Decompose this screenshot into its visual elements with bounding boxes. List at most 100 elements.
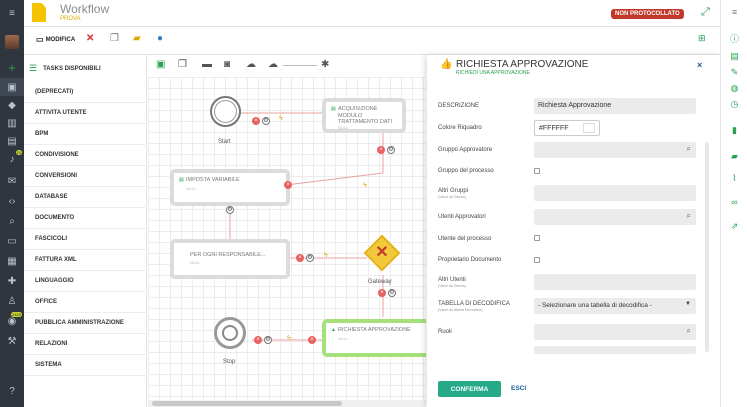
utenti-approvatori-label: Utenti Approvatori bbox=[438, 214, 486, 220]
chat-icon[interactable]: ◉ 2420 bbox=[0, 312, 24, 330]
search-icon[interactable]: ⌕ bbox=[687, 144, 691, 154]
briefcase-icon[interactable]: ▤ bbox=[0, 132, 24, 150]
delete-connection-icon[interactable]: × bbox=[378, 289, 386, 297]
chevron-down-icon: ▼ bbox=[685, 301, 691, 307]
delete-icon[interactable]: ✕ bbox=[86, 33, 94, 44]
altri-gruppi-field[interactable] bbox=[534, 185, 696, 201]
task-category[interactable]: FASCICOLI bbox=[24, 229, 147, 250]
external-link-icon[interactable]: ⇗ bbox=[721, 218, 747, 234]
task-category[interactable]: RELAZIONI bbox=[24, 334, 147, 355]
gear-icon[interactable]: ⚙ bbox=[226, 206, 234, 214]
puzzle-icon[interactable]: ✚ bbox=[0, 272, 24, 290]
task-category[interactable]: PUBBLICA AMMINISTRAZIONE bbox=[24, 313, 147, 334]
gear-icon[interactable]: ⚙ bbox=[264, 336, 272, 344]
building-icon[interactable]: ▥ bbox=[0, 114, 24, 132]
search-icon[interactable]: ⌕ bbox=[687, 211, 691, 221]
task-richiesta-approvazione[interactable]: ▲ RICHIESTA APPROVAZIONE NULL bbox=[322, 319, 426, 357]
folder-icon[interactable]: ▭ bbox=[0, 232, 24, 250]
task-category[interactable]: (DEPRECATI) bbox=[24, 82, 147, 103]
lock-icon[interactable]: ▮ bbox=[721, 122, 747, 138]
lightning-icon: ϟ bbox=[279, 115, 283, 122]
link-icon[interactable]: ∞ bbox=[721, 194, 747, 210]
plus-icon[interactable]: + bbox=[0, 58, 24, 76]
move-folder-icon[interactable]: ▰ bbox=[133, 33, 141, 44]
scrollbar-thumb[interactable] bbox=[152, 401, 342, 406]
delete-connection-icon[interactable]: × bbox=[377, 146, 385, 154]
bell-icon[interactable]: ♪ 20 bbox=[0, 150, 24, 168]
tag-icon[interactable]: ◆ bbox=[0, 96, 24, 114]
task-category[interactable]: LINGUAGGIO bbox=[24, 271, 147, 292]
task-category[interactable]: ATTIVITA UTENTE bbox=[24, 103, 147, 124]
utente-processo-checkbox[interactable] bbox=[534, 235, 540, 241]
help-icon[interactable]: ? bbox=[0, 382, 24, 400]
clock-icon[interactable]: ◷ bbox=[721, 96, 747, 112]
wrench-icon[interactable]: ⚒ bbox=[0, 332, 24, 350]
task-subtitle: NULL bbox=[190, 260, 201, 265]
expand-icon[interactable]: ⤢ bbox=[701, 6, 710, 19]
avatar[interactable] bbox=[5, 35, 19, 49]
search-icon[interactable]: ⌕ bbox=[687, 326, 691, 336]
attachment-icon[interactable]: ⌇ bbox=[721, 170, 747, 186]
image-icon[interactable]: ▣ bbox=[0, 78, 24, 96]
comment-icon[interactable]: ◍ bbox=[721, 80, 747, 96]
delete-connection-icon[interactable]: × bbox=[252, 117, 260, 125]
proprietario-label: Proprietario Documento bbox=[438, 257, 502, 263]
task-category[interactable]: FATTURA XML bbox=[24, 250, 147, 271]
code-icon[interactable]: ‹› bbox=[0, 192, 24, 210]
gear-icon[interactable]: ⚙ bbox=[262, 117, 270, 125]
workflow-canvas[interactable]: ▣ ❐ ▬ ◙ ☁ ☁ ✱ Start × ⚙ ϟ ▤ ACQUISIZIONE… bbox=[148, 55, 426, 407]
menu-icon[interactable]: ≡ bbox=[0, 4, 24, 22]
tasks-panel: ☰ TASKS DISPONIBILI (DEPRECATI) ATTIVITA… bbox=[24, 55, 147, 407]
task-category[interactable]: BPM bbox=[24, 124, 147, 145]
globe-icon[interactable]: ● bbox=[157, 33, 163, 44]
utenti-approvatori-field[interactable]: ⌕ bbox=[534, 209, 696, 225]
start-event[interactable] bbox=[210, 96, 241, 127]
grid-icon[interactable]: ▦ bbox=[0, 252, 24, 270]
horizontal-scrollbar[interactable] bbox=[148, 400, 426, 407]
delete-connection-icon[interactable]: × bbox=[284, 181, 292, 189]
task-per-ogni-responsabile[interactable]: PER OGNI RESPONSABILE... NULL bbox=[170, 239, 290, 279]
task-category[interactable]: CONVERSIONI bbox=[24, 166, 147, 187]
task-category[interactable]: DATABASE bbox=[24, 187, 147, 208]
tabella-select[interactable]: - Selezionare una tabella di decodifica … bbox=[534, 298, 696, 314]
delete-connection-icon[interactable]: × bbox=[296, 254, 304, 262]
menu-icon[interactable]: ≡ bbox=[721, 4, 747, 20]
altri-utenti-field[interactable] bbox=[534, 274, 696, 290]
document-icon[interactable]: ▤ bbox=[721, 48, 747, 64]
gruppo-processo-label: Gruppo del processo bbox=[438, 168, 494, 174]
delete-connection-icon[interactable]: × bbox=[254, 336, 262, 344]
search-icon[interactable]: ⌕ bbox=[0, 212, 24, 230]
task-category[interactable]: SISTEMA bbox=[24, 355, 147, 376]
confirm-button[interactable]: CONFERMA bbox=[438, 381, 501, 397]
task-imposta-variabile[interactable]: ▤ IMPOSTA VARIABILE NULL bbox=[170, 169, 290, 206]
ruoli-field[interactable]: ⌕ bbox=[534, 324, 696, 340]
descrizione-field[interactable]: Richiesta Approvazione bbox=[534, 98, 696, 114]
edit-icon[interactable]: ✎ bbox=[721, 64, 747, 80]
info-icon[interactable]: ⓘ bbox=[721, 30, 747, 46]
gear-icon[interactable]: ⚙ bbox=[306, 254, 314, 262]
delete-connection-icon[interactable]: × bbox=[308, 336, 316, 344]
hierarchy-icon[interactable]: ♙ bbox=[0, 292, 24, 310]
close-icon[interactable]: × bbox=[697, 60, 702, 70]
user-avatar-slot[interactable] bbox=[0, 33, 24, 51]
proprietario-checkbox[interactable] bbox=[534, 257, 540, 263]
stop-event[interactable] bbox=[214, 317, 246, 349]
task-category[interactable]: OFFICE bbox=[24, 292, 147, 313]
copy-icon[interactable]: ❐ bbox=[110, 33, 119, 44]
gruppo-approvatore-field[interactable]: ⌕ bbox=[534, 142, 696, 158]
mail-icon[interactable]: ✉ bbox=[0, 172, 24, 190]
task-category[interactable]: DOCUMENTO bbox=[24, 208, 147, 229]
task-category[interactable]: CONDIVISIONE bbox=[24, 145, 147, 166]
exit-button[interactable]: ESCI bbox=[511, 385, 526, 392]
gruppo-processo-checkbox[interactable] bbox=[534, 168, 540, 174]
task-acquisizione-modulo[interactable]: ▤ ACQUISIZIONE MODULO TRATTAMENTO DATI N… bbox=[322, 98, 406, 133]
colore-field[interactable]: #FFFFFF bbox=[534, 120, 600, 136]
color-swatch[interactable] bbox=[583, 123, 595, 133]
gear-icon[interactable]: ⚙ bbox=[388, 289, 396, 297]
gear-icon[interactable]: ⚙ bbox=[387, 146, 395, 154]
next-field-partial[interactable] bbox=[534, 346, 696, 354]
dialog-scrollbar[interactable] bbox=[705, 142, 709, 352]
edit-button[interactable]: ▭ MODIFICA bbox=[36, 35, 75, 44]
bpm-toggle-icon[interactable]: ⊞ bbox=[698, 33, 706, 44]
folder-icon[interactable]: ▰ bbox=[721, 148, 747, 164]
